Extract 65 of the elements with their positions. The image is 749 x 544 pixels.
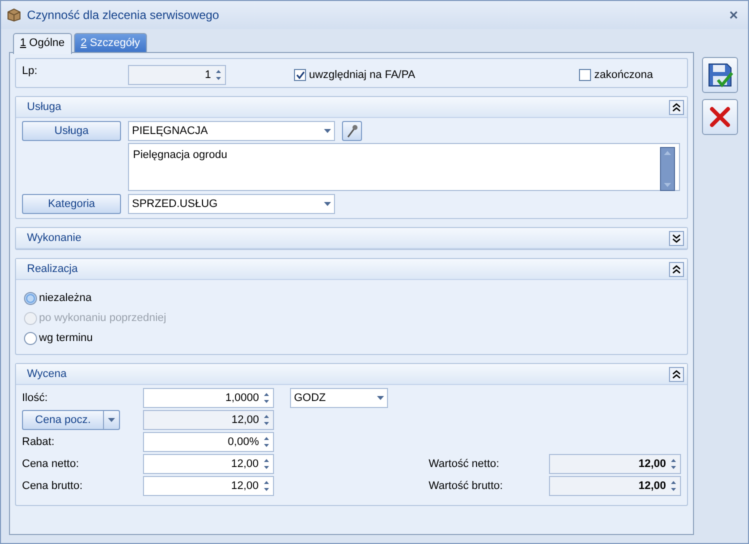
service-button[interactable]: Usługa [22,121,121,141]
expand-icon[interactable] [669,230,684,246]
combo-field[interactable]: PIELĘGNACJA [128,121,335,141]
field-label: Cena netto: [22,458,79,470]
spinner-icon[interactable] [670,479,677,493]
spinner-icon[interactable] [215,68,222,82]
collapse-icon[interactable] [669,100,684,114]
total-field[interactable]: 12,00 [549,476,681,496]
spinner-icon[interactable] [263,391,270,405]
field-label: Lp: [22,64,38,79]
radio-button[interactable] [24,292,37,304]
window-title: Czynność dla zlecenia serwisowego [27,7,220,24]
field-label: Cena brutto: [22,480,83,492]
close-button[interactable]: × [725,8,742,22]
section-title: Usługa [27,100,62,115]
field-label: Ilość: [22,392,48,404]
scrollbar-icon [660,147,675,191]
cancel-button[interactable] [702,99,738,135]
number-field[interactable]: 12,00 [143,410,274,430]
check-icon [296,71,304,80]
checkbox-label: zakończona [594,68,653,83]
radio-label: wg terminu [39,330,93,346]
field-label: Wartość netto: [428,456,500,472]
spinner-icon[interactable] [262,457,270,471]
box-icon [7,8,21,22]
cross-icon [709,106,731,128]
collapse-icon[interactable] [669,366,684,382]
spinner-icon[interactable] [263,413,270,427]
number-field[interactable]: 12,00 [143,476,274,496]
caret-icon[interactable] [377,396,384,400]
save-button[interactable] [702,57,738,93]
caret-icon[interactable] [108,418,115,422]
collapse-icon[interactable] [669,262,684,276]
tab[interactable]: 2 Szczegóły [74,33,147,53]
radio-button[interactable] [24,332,37,344]
section-title: Wykonanie [27,230,82,246]
description-field[interactable]: Pielęgnacja ogrodu [128,143,680,191]
checkbox-label: uwzględniaj na FA/PA [309,68,416,83]
picker-button[interactable] [342,121,362,141]
number-field[interactable]: 1 [128,65,226,85]
caret-icon[interactable] [324,129,331,133]
caret-icon[interactable] [324,202,331,206]
spinner-icon[interactable] [670,457,677,471]
description-text: Pielęgnacja ogrodu [133,148,228,163]
category-button[interactable]: Kategoria [22,194,121,214]
spinner-icon[interactable] [262,479,270,493]
radio-label: po wykonaniu poprzedniej [39,310,166,326]
radio-label: niezależna [39,290,92,306]
disk-check-icon [706,61,734,89]
field-label: Rabat: [22,436,54,448]
number-field[interactable]: 12,00 [143,454,274,474]
tab[interactable]: 1 Ogólne [13,33,72,54]
checkbox[interactable] [579,69,592,82]
dropper-icon [346,124,358,138]
unit-combo-field[interactable]: GODZ [290,388,388,408]
number-field[interactable]: 1,0000 [143,388,274,408]
total-field[interactable]: 12,00 [549,454,681,474]
number-field[interactable]: 0,00% [143,432,274,452]
combo-field[interactable]: SPRZED.USŁUG [128,194,335,214]
section-title: Wycena [27,366,67,382]
field-label: Wartość brutto: [428,478,504,494]
checkbox[interactable] [294,69,306,82]
section-title: Realizacja [27,262,78,277]
dropdown-button[interactable]: Cena pocz. [22,410,120,430]
spinner-icon[interactable] [263,435,270,449]
